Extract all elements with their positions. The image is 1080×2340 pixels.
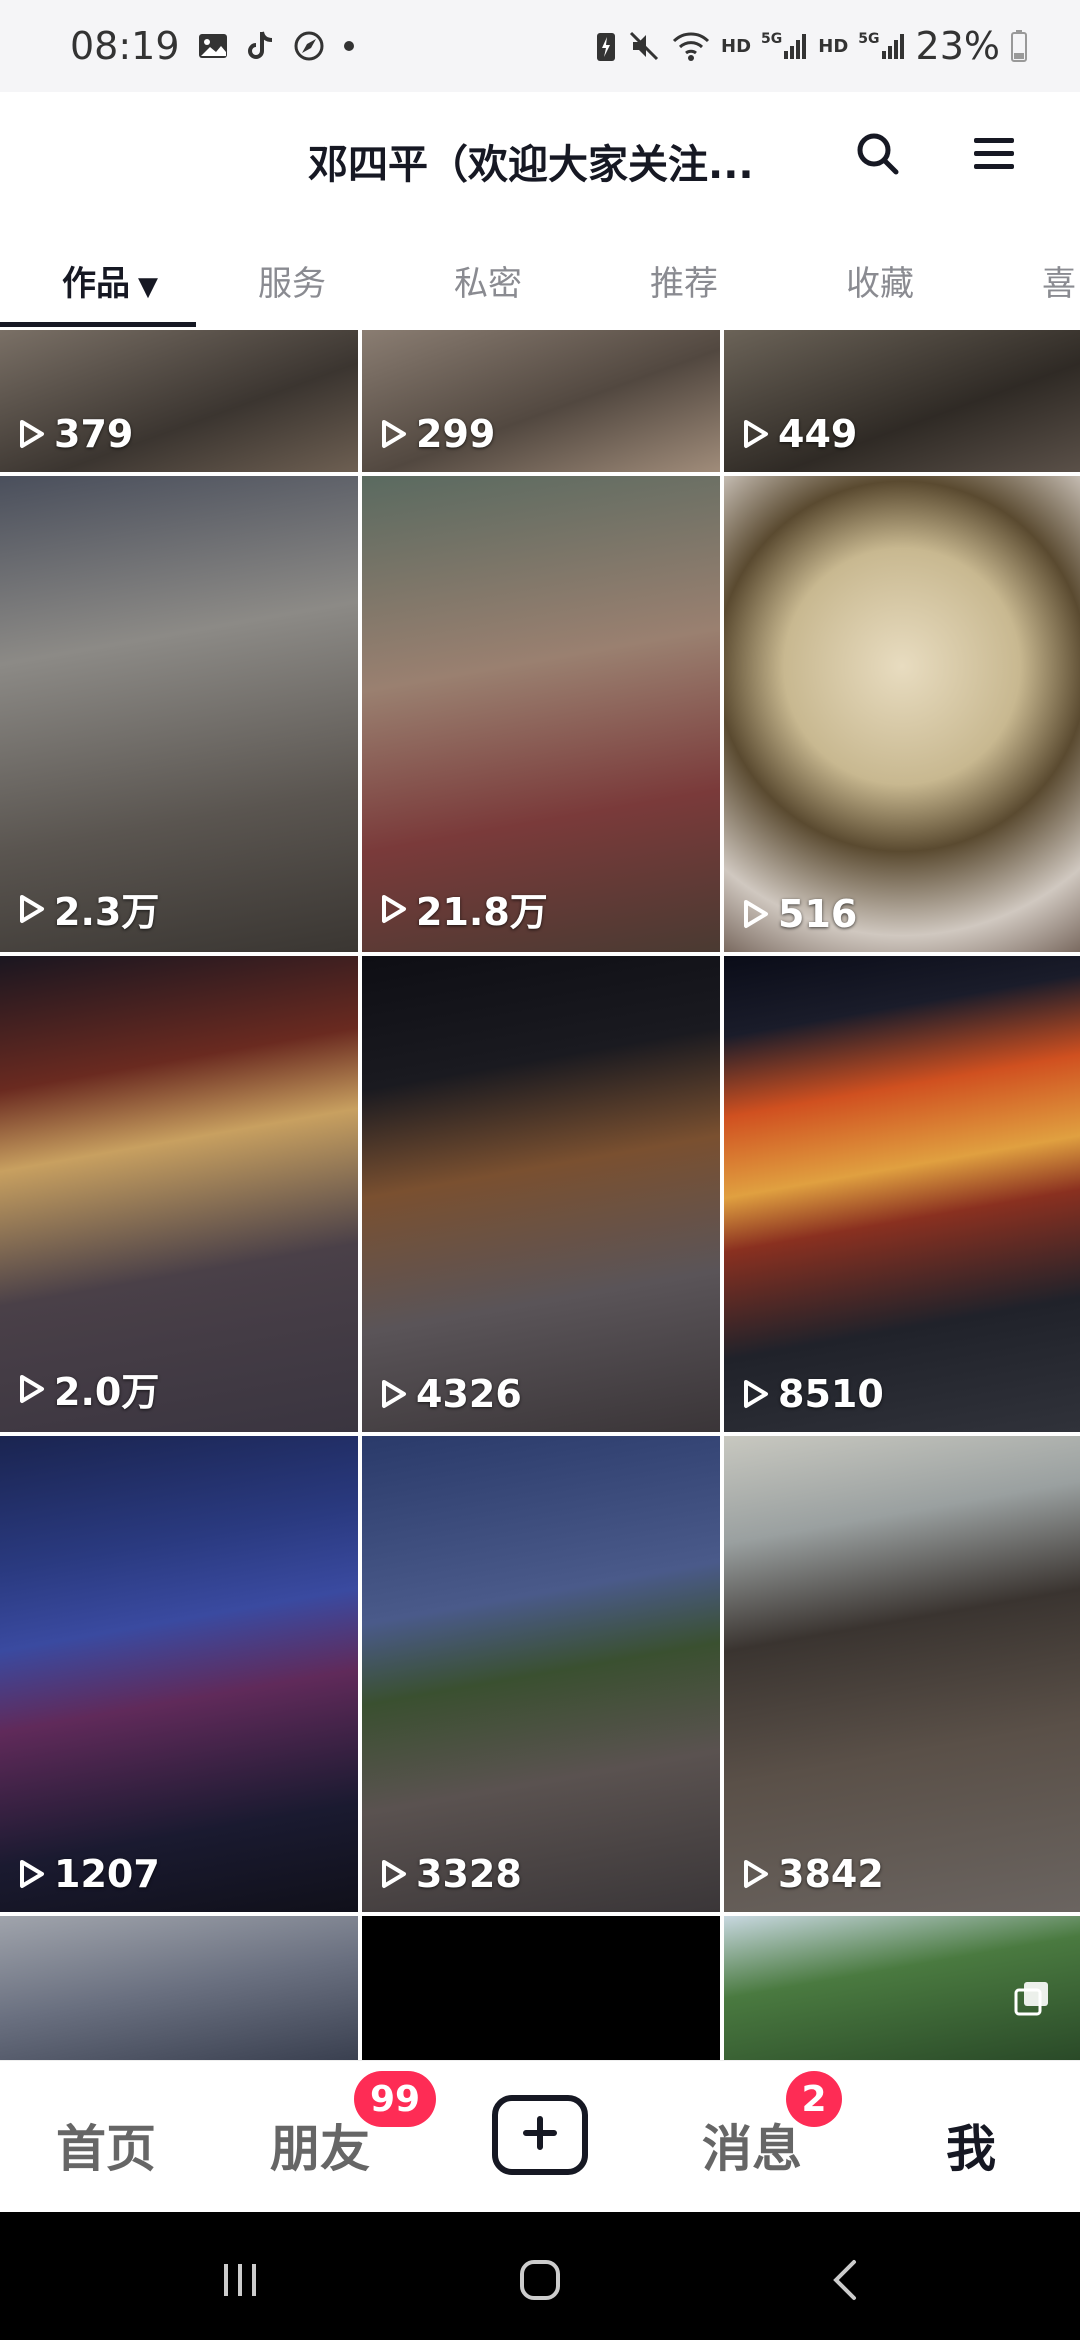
view-count-text: 449 <box>778 412 858 456</box>
bottom-nav: 首页 朋友 99 消息 2 我 <box>0 2060 1080 2213</box>
view-count: 4326 <box>378 1372 522 1416</box>
video-thumbnail[interactable] <box>362 1916 720 2060</box>
gallery-icon <box>196 29 230 63</box>
tab-works[interactable]: 作品 ▼ <box>62 256 158 305</box>
view-count-text: 21.8万 <box>416 890 548 934</box>
view-count: 21.8万 <box>378 881 548 936</box>
battery-icon <box>1010 29 1028 63</box>
view-count-text: 379 <box>54 412 134 456</box>
video-thumbnail[interactable]: 299 <box>362 330 720 472</box>
video-thumbnail[interactable]: 3842 <box>724 1436 1080 1912</box>
view-count: 2.3万 <box>16 881 159 936</box>
play-icon <box>378 894 408 924</box>
menu-icon[interactable] <box>962 122 1026 186</box>
nav-me[interactable]: 我 <box>946 2109 996 2181</box>
profile-title: 邓四平（欢迎大家关注... <box>308 142 754 188</box>
nav-home[interactable]: 首页 <box>56 2109 156 2181</box>
profile-tabs: 作品 ▼ 服务 私密 推荐 收藏 喜 <box>0 222 1080 330</box>
home-icon[interactable] <box>510 2250 570 2310</box>
nav-friends[interactable]: 朋友 <box>270 2109 370 2181</box>
view-count-text: 1207 <box>54 1852 160 1896</box>
tab-recommend[interactable]: 推荐 <box>650 256 718 305</box>
view-count: 3328 <box>378 1852 522 1896</box>
tab-likes[interactable]: 喜 <box>1042 256 1076 305</box>
tiktok-icon <box>246 29 276 63</box>
profile-header: 邓四平（欢迎大家关注... <box>0 92 1080 222</box>
play-icon <box>378 1859 408 1889</box>
active-tab-indicator <box>0 322 196 327</box>
5g-signal-icon: 5G <box>858 31 905 61</box>
view-count-text: 3842 <box>778 1852 884 1896</box>
video-thumbnail[interactable]: 4326 <box>362 956 720 1432</box>
multi-image-icon <box>1014 1980 1050 2020</box>
messages-badge: 2 <box>786 2071 842 2127</box>
video-thumbnail[interactable]: 379 <box>0 330 358 472</box>
tab-private[interactable]: 私密 <box>454 256 522 305</box>
video-thumbnail[interactable]: 2.3万 <box>0 476 358 952</box>
video-thumbnail[interactable]: 2.0万 <box>0 956 358 1432</box>
video-thumbnail[interactable] <box>724 1916 1080 2060</box>
view-count: 449 <box>740 412 857 456</box>
plus-icon <box>520 2113 560 2157</box>
video-thumbnail[interactable]: 449 <box>724 330 1080 472</box>
video-thumbnail[interactable]: 1207 <box>0 1436 358 1912</box>
video-grid: 379 299 449 2.3万 21.8万 516 2.0万 4326 851… <box>0 330 1080 2060</box>
view-count-text: 8510 <box>778 1372 884 1416</box>
play-icon <box>740 1859 770 1889</box>
friends-badge: 99 <box>354 2071 436 2127</box>
recents-icon[interactable] <box>210 2250 270 2310</box>
play-icon <box>16 1374 46 1404</box>
play-icon <box>740 1379 770 1409</box>
status-bar: 08:19 HD 5G HD 5G 23% <box>0 0 1080 92</box>
view-count-text: 4326 <box>416 1372 522 1416</box>
view-count: 379 <box>16 412 133 456</box>
caret-down-icon: ▼ <box>138 272 158 302</box>
back-icon[interactable] <box>816 2250 876 2310</box>
search-icon[interactable] <box>846 122 910 186</box>
battery-percent: 23% <box>915 24 1000 68</box>
tab-works-label: 作品 <box>62 264 130 304</box>
hd-label-2: HD <box>818 35 849 57</box>
play-icon <box>16 1859 46 1889</box>
status-time: 08:19 <box>70 24 180 68</box>
create-button[interactable] <box>492 2095 588 2175</box>
play-icon <box>378 1379 408 1409</box>
play-icon <box>740 419 770 449</box>
view-count-text: 2.0万 <box>54 1370 160 1414</box>
compass-icon <box>292 29 326 63</box>
tab-favorites[interactable]: 收藏 <box>846 256 914 305</box>
view-count: 1207 <box>16 1852 160 1896</box>
view-count-text: 299 <box>416 412 496 456</box>
hd-label: HD <box>721 35 752 57</box>
hd-signal-icon: 5G <box>761 31 808 61</box>
view-count: 299 <box>378 412 495 456</box>
view-count-text: 3328 <box>416 1852 522 1896</box>
play-icon <box>740 899 770 929</box>
system-nav-bar <box>0 2212 1080 2340</box>
wifi-icon <box>671 29 711 63</box>
video-thumbnail[interactable]: 516 <box>724 476 1080 952</box>
view-count: 3842 <box>740 1852 884 1896</box>
play-icon <box>16 419 46 449</box>
mute-icon <box>627 29 661 63</box>
nav-messages[interactable]: 消息 <box>702 2109 802 2181</box>
view-count: 8510 <box>740 1372 884 1416</box>
video-thumbnail[interactable] <box>0 1916 358 2060</box>
video-thumbnail[interactable]: 8510 <box>724 956 1080 1432</box>
battery-saver-icon <box>595 29 617 63</box>
tab-services[interactable]: 服务 <box>258 256 326 305</box>
video-thumbnail[interactable]: 21.8万 <box>362 476 720 952</box>
play-icon <box>16 894 46 924</box>
view-count-text: 516 <box>778 892 858 936</box>
dot-icon <box>342 39 356 53</box>
view-count: 2.0万 <box>16 1361 159 1416</box>
play-icon <box>378 419 408 449</box>
view-count: 516 <box>740 892 857 936</box>
video-thumbnail[interactable]: 3328 <box>362 1436 720 1912</box>
view-count-text: 2.3万 <box>54 890 160 934</box>
